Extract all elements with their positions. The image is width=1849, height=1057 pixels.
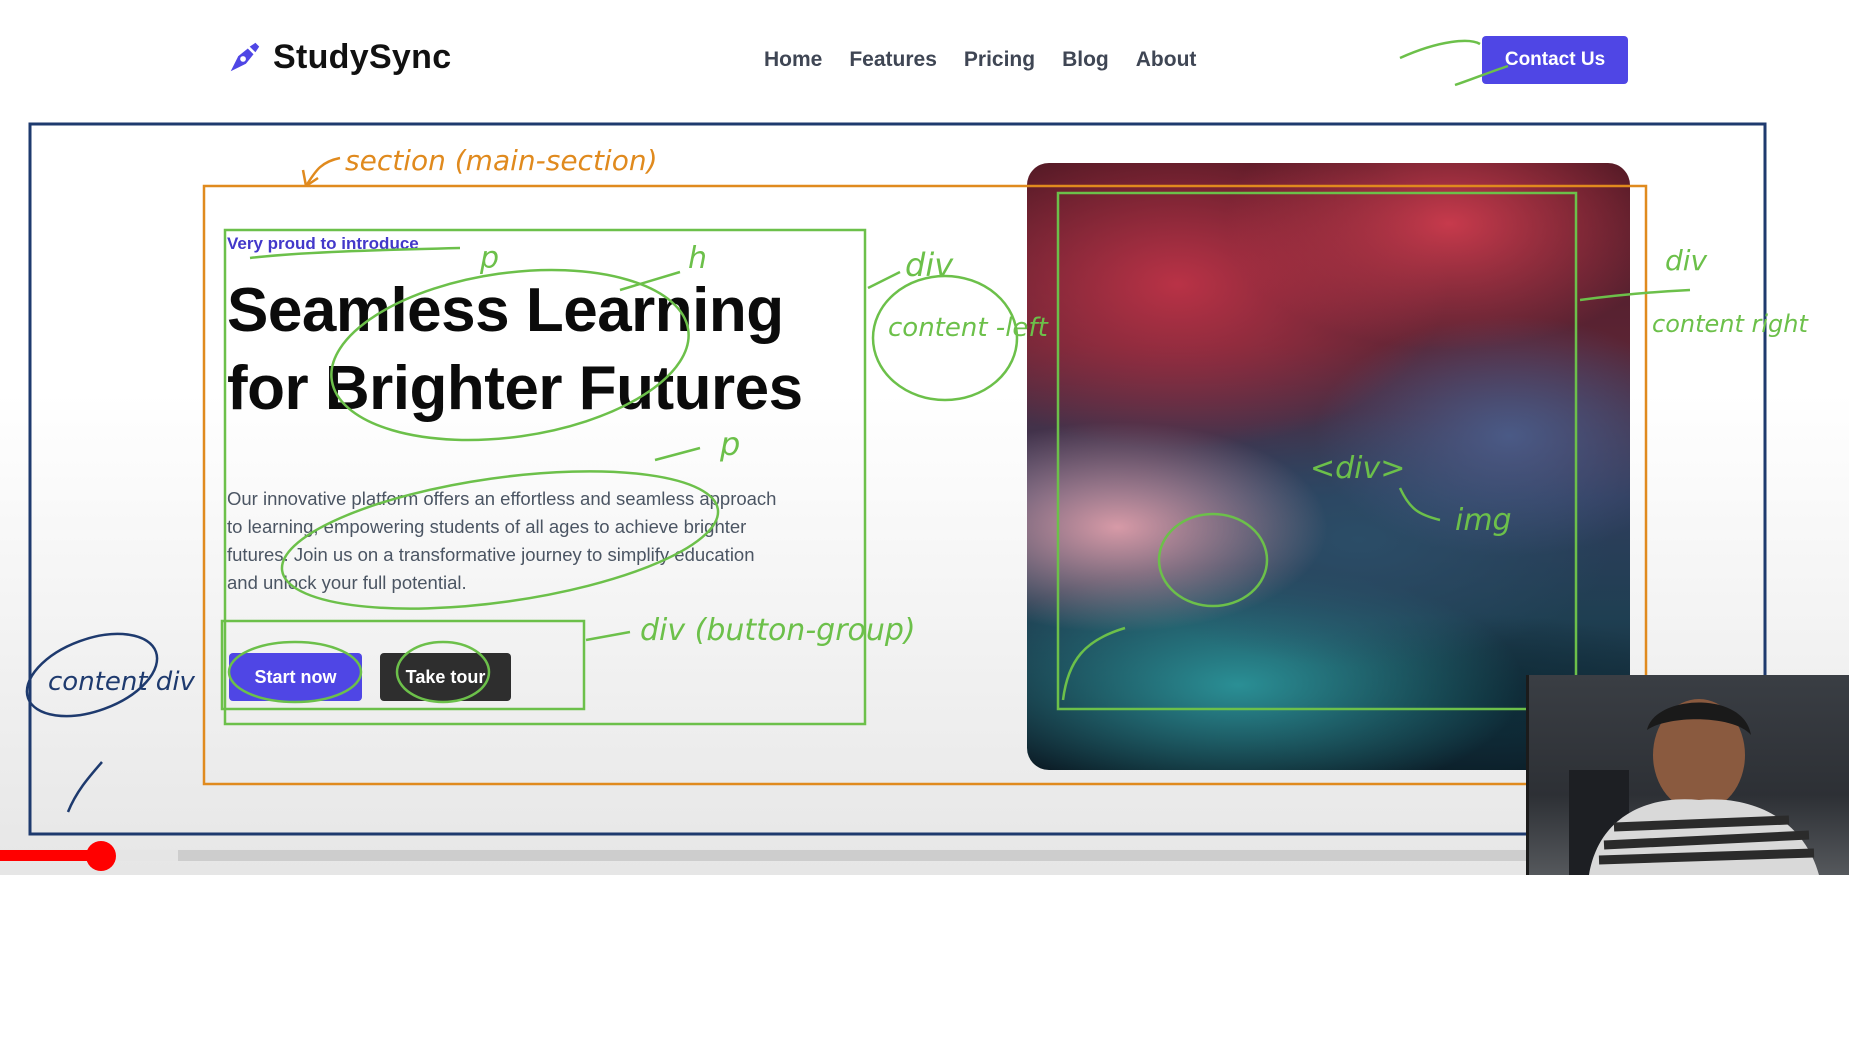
take-tour-button[interactable]: Take tour [380,653,511,701]
hero-tagline: Very proud to introduce [227,234,419,253]
pen-nib-icon [230,42,260,71]
nav-about[interactable]: About [1136,48,1197,72]
contact-us-button[interactable]: Contact Us [1482,36,1628,84]
site-header: StudySync Home Features Pricing Blog Abo… [0,0,1849,120]
annotation-content-div: content div [48,667,196,697]
headline-line-1: Seamless Learning [227,276,784,345]
main-nav: Home Features Pricing Blog About [764,48,1223,72]
video-progress-bar[interactable] [0,841,1531,871]
hero-headline: Seamless Learning for Brighter Futures [227,272,877,428]
nav-pricing[interactable]: Pricing [964,48,1035,72]
annotation-button-group: div (button-group) [640,613,916,648]
nav-blog[interactable]: Blog [1062,48,1109,72]
brand-logo[interactable]: StudySync [225,38,451,77]
scrubber-handle[interactable] [86,841,117,871]
headline-line-2: for Brighter Futures [227,354,803,423]
nav-home[interactable]: Home [764,48,822,72]
presenter-avatar [1569,699,1819,875]
video-frame: StudySync Home Features Pricing Blog Abo… [0,0,1849,875]
annotation-content-right: content right [1652,310,1809,338]
annotation-div-right: div [1665,244,1708,277]
annotation-h: h [688,241,707,276]
nav-features[interactable]: Features [849,48,937,72]
annotation-p2: p [719,425,740,463]
hero-description: Our innovative platform offers an effort… [227,488,777,593]
start-now-button[interactable]: Start now [229,653,362,701]
annotation-div-left: div [905,246,954,284]
webcam-overlay [1526,675,1849,875]
annotation-content-left: content -left [888,313,1049,343]
annotation-section: section (main-section) [345,144,658,177]
brand-name: StudySync [273,38,452,76]
annotation-p1: p [479,241,499,276]
